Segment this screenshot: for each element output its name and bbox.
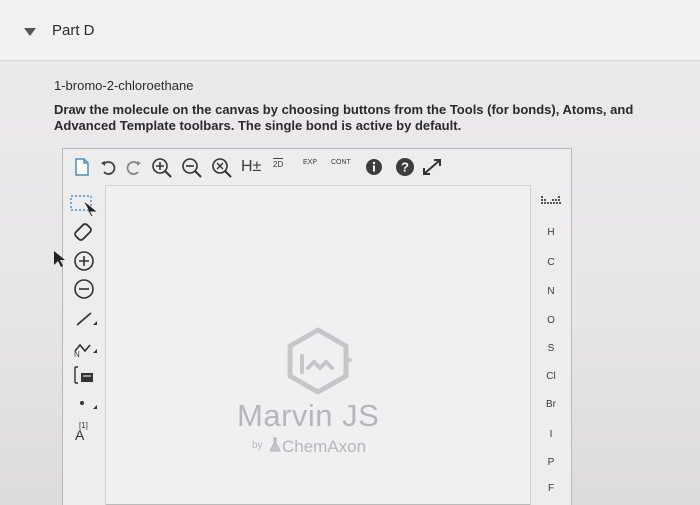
positive-charge-icon[interactable]: [69, 249, 99, 273]
collapse-caret-icon[interactable]: [24, 28, 36, 36]
eraser-icon[interactable]: [69, 221, 99, 245]
atom-button-cl[interactable]: Cl: [531, 371, 571, 382]
question-molecule: 1-bromo-2-chloroethane: [54, 78, 194, 93]
chain-icon[interactable]: N: [69, 335, 99, 359]
svg-text:N: N: [74, 350, 80, 359]
part-header[interactable]: Part D: [0, 0, 700, 61]
atom-button-h[interactable]: H: [531, 227, 571, 238]
attached-data-icon[interactable]: [69, 391, 99, 415]
atom-label: A: [75, 427, 85, 443]
atom-button-n[interactable]: N: [531, 286, 571, 297]
help-icon[interactable]: ?: [395, 157, 415, 179]
expand-label: EXP: [303, 159, 318, 166]
atoms-toolbar: H C N O S Cl Br I P F: [530, 185, 571, 505]
marvin-editor: H± 2D EXP CONT ? N [1] A Marvin JS by Ch…: [62, 148, 572, 505]
rectangle-select-icon[interactable]: [69, 193, 99, 217]
periodic-table-icon[interactable]: [531, 195, 571, 210]
clean-2d-button[interactable]: 2D: [273, 158, 284, 180]
hydrogen-toggle-button[interactable]: H±: [241, 158, 261, 180]
atom-button-o[interactable]: O: [531, 315, 571, 326]
negative-charge-icon[interactable]: [69, 277, 99, 301]
zoom-in-icon[interactable]: [151, 157, 173, 179]
info-icon[interactable]: [365, 158, 383, 180]
template-icon[interactable]: [69, 363, 99, 387]
logo-by: by: [252, 440, 263, 451]
atom-button-i[interactable]: I: [531, 429, 571, 440]
atom-button-c[interactable]: C: [531, 257, 571, 268]
atom-properties-button[interactable]: [1] A: [69, 417, 99, 443]
question-instructions: Draw the molecule on the canvas by choos…: [54, 102, 634, 133]
zoom-fit-icon[interactable]: [211, 157, 233, 179]
new-document-icon[interactable]: [73, 157, 91, 179]
marvin-logo-icon: [287, 327, 352, 395]
page: Part D 1-bromo-2-chloroethane Draw the m…: [0, 0, 700, 505]
part-title: Part D: [52, 22, 95, 39]
atom-button-p[interactable]: P: [531, 457, 571, 468]
svg-text:?: ?: [401, 160, 409, 175]
atom-button-br[interactable]: Br: [531, 399, 571, 410]
logo-name: Marvin JS: [237, 398, 380, 433]
chemaxon-flask-icon: [269, 437, 281, 452]
top-toolbar: H± 2D EXP CONT ?: [63, 149, 571, 186]
left-toolbar: N [1] A: [63, 185, 106, 505]
atom-button-f[interactable]: F: [531, 483, 571, 494]
redo-icon[interactable]: [125, 157, 143, 179]
single-bond-icon[interactable]: [69, 307, 99, 331]
contract-label: CONT: [331, 159, 351, 166]
fullscreen-icon[interactable]: [421, 157, 443, 179]
clean-2d-label: 2D: [273, 158, 284, 169]
undo-icon[interactable]: [99, 157, 117, 179]
expand-button[interactable]: EXP: [303, 159, 317, 181]
drawing-canvas[interactable]: Marvin JS by ChemAxon: [106, 186, 530, 504]
zoom-out-icon[interactable]: [181, 157, 203, 179]
atom-button-s[interactable]: S: [531, 343, 571, 354]
logo-company: ChemAxon: [282, 437, 367, 456]
mouse-cursor-icon: [54, 251, 65, 267]
contract-button[interactable]: CONT: [331, 159, 351, 181]
